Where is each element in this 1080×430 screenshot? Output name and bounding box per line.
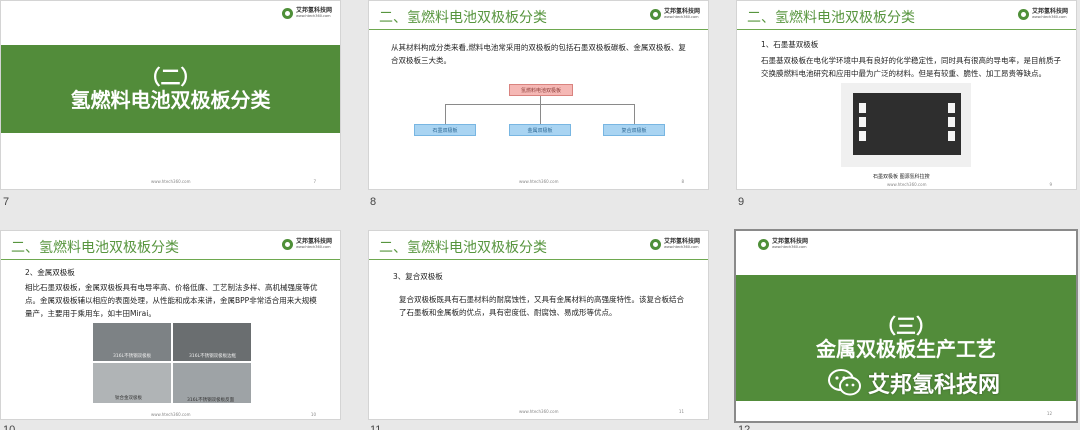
subsection-heading: 1、石墨基双极板 [761, 40, 819, 49]
slide-thumbnail-11[interactable]: 二、氢燃料电池双极板分类 艾邦氢科技网 www.htech360.com 3、复… [368, 230, 709, 420]
slide-thumbnail-8[interactable]: 二、氢燃料电池双极板分类 艾邦氢科技网 www.htech360.com 从其材… [368, 0, 709, 190]
slide-number: 12 [738, 424, 751, 430]
brand-logo: 艾邦氢科技网 www.htech360.com [649, 9, 700, 20]
logo-url: www.htech360.com [663, 245, 699, 250]
footer-page: 11 [678, 409, 684, 414]
footer-url: www.htech360.com [151, 412, 191, 417]
brand-logo: 艾邦氢科技网 www.htech360.com [281, 8, 332, 19]
section-number: （二） [140, 65, 201, 89]
slide-number: 11 [370, 424, 382, 430]
subsection-heading: 3、复合双极板 [393, 272, 443, 281]
slide-title: 二、氢燃料电池双极板分类 [747, 10, 915, 26]
footer-url: www.htech360.com [887, 182, 927, 187]
logo-url: www.htech360.com [295, 245, 331, 250]
diagram-connector [634, 104, 635, 124]
photo-caption: 316L不锈钢双极板 [113, 354, 152, 359]
logo-url: www.htech360.com [663, 15, 699, 20]
footer-url: www.htech360.com [151, 179, 191, 184]
footer-page: 9 [1049, 182, 1052, 187]
title-divider [1, 259, 340, 260]
hydrogen-logo-icon [1017, 9, 1029, 20]
hydrogen-logo-icon [281, 8, 293, 19]
title-divider [369, 29, 708, 30]
section-heading: 金属双极板生产工艺 [816, 337, 996, 361]
slide-title: 二、氢燃料电池双极板分类 [11, 240, 179, 256]
slide-title: 二、氢燃料电池双极板分类 [379, 240, 547, 256]
diagram-root-node: 氢燃料电池双极板 [509, 84, 573, 96]
slide-body-text: 从其材料构成分类来看,燃料电池常采用的双极板的包括石墨双极板碳板、金属双极板、复… [391, 43, 686, 65]
photo-caption: 石墨双极板 图源氢科拉搜 [873, 174, 930, 180]
subsection-heading: 2、金属双极板 [25, 268, 75, 277]
watermark-text: 艾邦氢科技网 [868, 373, 1001, 398]
section-number: （三） [876, 314, 936, 338]
diagram-connector [540, 96, 541, 104]
slide-thumbnail-10[interactable]: 二、氢燃料电池双极板分类 艾邦氢科技网 www.htech360.com 2、金… [0, 230, 341, 420]
diagram-connector [540, 104, 541, 124]
slide-thumbnail-9[interactable]: 二、氢燃料电池双极板分类 艾邦氢科技网 www.htech360.com 1、石… [736, 0, 1077, 190]
slide-thumbnail-12[interactable]: 艾邦氢科技网 www.htech360.com （三） 金属双极板生产工艺 艾邦… [734, 229, 1078, 423]
photo-caption: 316L不锈钢双极板反面 [187, 398, 235, 403]
slide-body-text: 复合双极板既具有石墨材料的耐腐蚀性，又具有金属材料的高强度特性。该复合板结合了石… [399, 295, 684, 317]
slide-body-text: 石墨基双极板在电化学环境中具有良好的化学稳定性，同时具有很高的导电率，是目前质子… [761, 56, 1061, 78]
section-heading: 氢燃料电池双极板分类 [70, 88, 271, 112]
diagram-child-node: 复合双极板 [603, 124, 665, 136]
footer-page: 7 [313, 179, 316, 184]
brand-logo: 艾邦氢科技网 www.htech360.com [758, 239, 808, 250]
slide-body-text: 相比石墨双极板，金属双极板具有电导率高、价格低廉、工艺制法多样、高机械强度等优点… [25, 283, 318, 318]
wechat-icon [828, 368, 862, 398]
slide-number: 9 [738, 196, 745, 208]
hydrogen-logo-icon [758, 239, 769, 250]
footer-url: www.htech360.com [519, 409, 559, 414]
hydrogen-logo-icon [649, 9, 661, 20]
diagram-child-node: 金属双极板 [509, 124, 571, 136]
footer-page: 8 [681, 179, 684, 184]
slide-number: 8 [370, 196, 377, 208]
hydrogen-logo-icon [649, 239, 661, 250]
slide-number: 7 [3, 196, 10, 208]
hydrogen-logo-icon [281, 239, 293, 250]
brand-logo: 艾邦氢科技网 www.htech360.com [649, 239, 700, 250]
footer-page: 12 [1046, 411, 1052, 416]
brand-logo: 艾邦氢科技网 www.htech360.com [1017, 9, 1068, 20]
title-divider [737, 29, 1076, 30]
footer-page: 10 [310, 412, 316, 417]
logo-url: www.htech360.com [295, 14, 331, 19]
section-banner: （二） 氢燃料电池双极板分类 [1, 45, 340, 133]
slide-thumbnail-7[interactable]: 艾邦氢科技网 www.htech360.com （二） 氢燃料电池双极板分类 w… [0, 0, 341, 190]
slide-number: 10 [3, 424, 16, 430]
diagram-child-node: 石墨双极板 [414, 124, 476, 136]
graphite-plate-photo [841, 83, 971, 167]
diagram-connector [445, 104, 446, 124]
brand-logo: 艾邦氢科技网 www.htech360.com [281, 239, 332, 250]
photo-caption: 钛合金双极板 [115, 396, 142, 401]
logo-url: www.htech360.com [1031, 15, 1067, 20]
logo-url: www.htech360.com [772, 245, 807, 250]
wechat-watermark: 艾邦氢科技网 [828, 367, 1000, 399]
slide-title: 二、氢燃料电池双极板分类 [379, 10, 547, 26]
photo-caption: 316L不锈钢双极板边框 [189, 354, 237, 359]
title-divider [369, 259, 708, 260]
footer-url: www.htech360.com [519, 179, 559, 184]
